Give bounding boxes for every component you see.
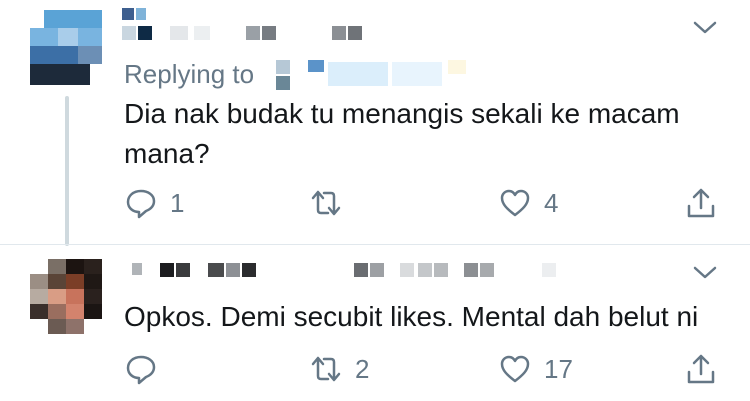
speech-bubble-icon [126, 189, 156, 219]
tweet-text: Dia nak budak tu menangis sekali ke maca… [124, 98, 680, 169]
retweet-button[interactable]: 2 [309, 349, 369, 389]
avatar[interactable] [30, 259, 102, 334]
retweet-count: 2 [355, 353, 370, 384]
reply-button[interactable] [124, 349, 170, 389]
replying-to-label: Replying to [124, 59, 255, 89]
reply-button[interactable]: 1 [124, 183, 184, 223]
speech-bubble-icon [126, 355, 156, 385]
like-button[interactable]: 4 [498, 183, 558, 223]
tweet-actions: 1 4 [124, 183, 724, 223]
retweet-arrows-icon [311, 190, 341, 216]
like-button[interactable]: 17 [498, 349, 573, 389]
tweet-text: Opkos. Demi secubit likes. Mental dah be… [124, 301, 699, 332]
like-count: 4 [544, 187, 559, 218]
share-button[interactable] [684, 349, 718, 389]
thread-connector [65, 96, 69, 246]
avatar[interactable] [30, 10, 102, 85]
share-upload-icon [687, 188, 715, 218]
redacted-reply-handle[interactable] [272, 56, 472, 92]
redacted-username [122, 259, 602, 281]
chevron-down-icon [693, 266, 717, 279]
heart-icon [500, 189, 530, 217]
like-count: 17 [544, 353, 573, 384]
heart-icon [500, 355, 530, 383]
tweet-menu-button[interactable] [692, 265, 718, 281]
tweet-2[interactable]: Opkos. Demi secubit likes. Mental dah be… [0, 245, 750, 401]
tweet-menu-button[interactable] [692, 20, 718, 36]
retweet-button[interactable] [309, 183, 355, 223]
tweet-actions: 2 17 [124, 349, 724, 389]
tweet-1[interactable]: Replying to Dia nak budak tu menangis se… [0, 0, 750, 246]
chevron-down-icon [693, 21, 717, 34]
retweet-arrows-icon [311, 356, 341, 382]
redacted-username [122, 6, 382, 46]
share-button[interactable] [684, 183, 718, 223]
share-upload-icon [687, 354, 715, 384]
reply-count: 1 [170, 187, 185, 218]
